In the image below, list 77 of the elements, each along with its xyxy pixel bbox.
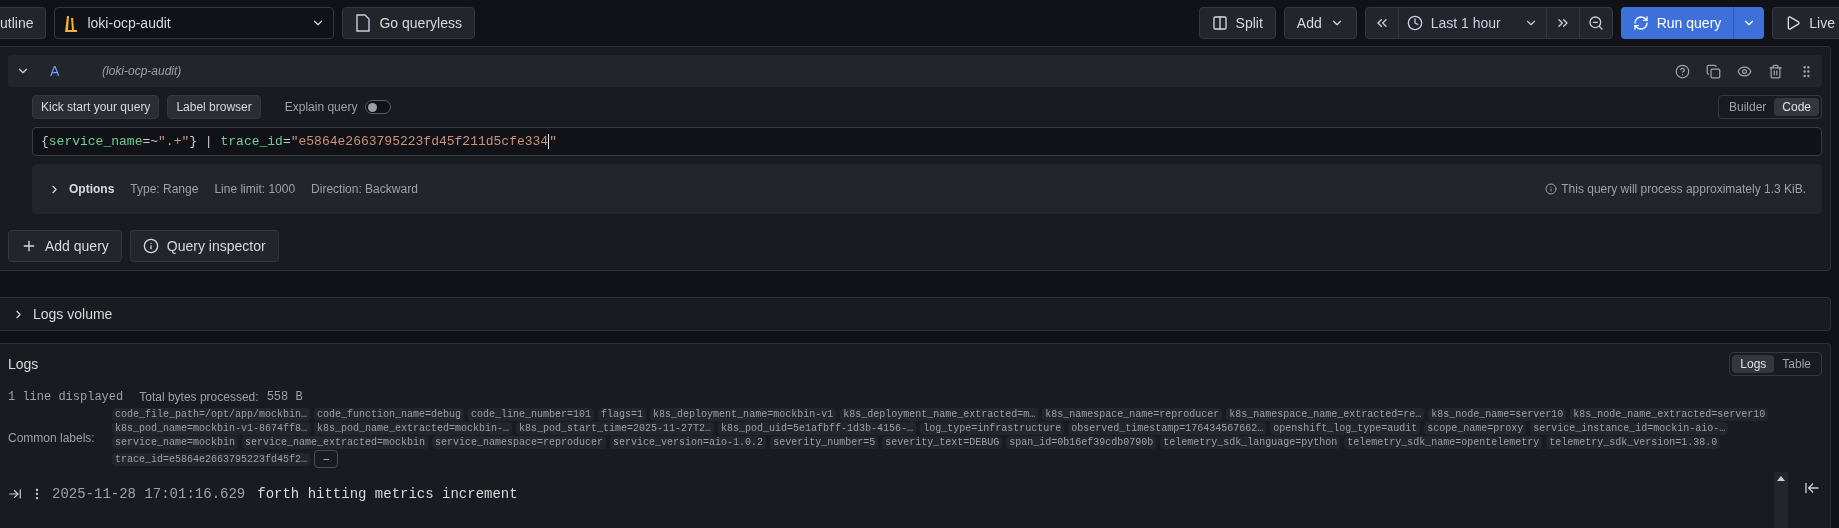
query-ref: A [49, 61, 61, 81]
option-summary: Direction: Backward [311, 181, 418, 198]
label-chip: flags=1 [598, 408, 647, 421]
label-chip: service_version=aio-1.0.2 [610, 436, 767, 449]
label-chip: telemetry_sdk_version=1.38.0 [1546, 436, 1721, 449]
copy-icon[interactable] [1706, 63, 1721, 79]
lines-count: 1 line displayed [8, 389, 124, 406]
label-chip: k8s_node_name=server10 [1428, 408, 1567, 421]
query-datasource: (loki-ocp-audit) [102, 63, 182, 80]
datasource-picker[interactable]: loki-ocp-audit [54, 7, 335, 39]
label-chip: k8s_pod_name_extracted=mockbin-… [314, 422, 513, 435]
options-toggle[interactable]: Options [48, 180, 115, 198]
log-message: forth hitting metrics increment [257, 484, 518, 504]
play-icon [1785, 15, 1802, 31]
outline-button[interactable]: utline [0, 7, 47, 39]
info-icon [142, 238, 159, 254]
label-chip: code_file_path=/opt/app/mockbin… [112, 408, 311, 421]
refresh-icon [1632, 15, 1649, 31]
explain-toggle[interactable] [365, 100, 392, 114]
help-icon[interactable] [1675, 63, 1690, 79]
live-button[interactable]: Live [1772, 7, 1839, 39]
label-chip: service_name=mockbin [112, 436, 239, 449]
common-labels-title: Common labels: [8, 430, 96, 447]
plus-icon [21, 238, 37, 254]
label-chip: scope_name=proxy [1424, 422, 1527, 435]
label-chip: k8s_namespace_name_extracted=re… [1226, 408, 1425, 421]
kick-start-button[interactable]: Kick start your query [32, 95, 160, 119]
label-chip: service_instance_id=mockin-aio-… [1530, 422, 1729, 435]
label-chip: log_type=infrastructure [920, 422, 1065, 435]
label-chip: severity_text=DEBUG [882, 436, 1003, 449]
label-chip: observed_timestamp=176434567662… [1068, 422, 1267, 435]
label-chip: span_id=0b16ef39cdb0790b [1006, 436, 1157, 449]
query-inspector-button[interactable]: Query inspector [129, 230, 279, 262]
bytes-value: 558 B [266, 389, 303, 406]
label-chip: code_function_name=debug [314, 408, 465, 421]
zoom-out-icon [1587, 15, 1604, 31]
go-queryless-button[interactable]: Go queryless [342, 7, 475, 39]
eye-icon[interactable] [1737, 63, 1752, 79]
add-query-button[interactable]: Add query [8, 230, 122, 262]
expand-row-icon[interactable] [8, 487, 22, 501]
label-chip: k8s_pod_uid=5e1afbff-1d3b-4156-… [718, 422, 917, 435]
query-editor[interactable]: {service_name=~".+"} | trace_id="e5864e2663795223fd45f211d5cfe334" [32, 127, 1822, 156]
label-chip: telemetry_sdk_language=python [1160, 436, 1341, 449]
label-chip: code_line_number=101 [468, 408, 595, 421]
label-browser-button[interactable]: Label browser [167, 95, 261, 119]
bytes-label: Total bytes processed: [139, 389, 259, 406]
trash-icon[interactable] [1768, 63, 1783, 79]
mode-tab[interactable]: Builder [1720, 98, 1775, 116]
label-chip: severity_number=5 [770, 436, 879, 449]
add-button[interactable]: Add [1283, 7, 1357, 39]
info-icon [1545, 183, 1558, 195]
option-summary: Line limit: 1000 [214, 181, 296, 198]
label-chip: k8s_deployment_name_extracted=m… [840, 408, 1039, 421]
clock-icon [1406, 15, 1423, 31]
mode-tab[interactable]: Code [1774, 98, 1819, 116]
log-timestamp: 2025-11-28 17:01:16.629 [52, 484, 246, 504]
label-chip: trace_id=e5864e2663795223fd45f2… [112, 452, 311, 466]
view-tab[interactable]: Logs [1732, 355, 1775, 373]
label-chip: k8s_namespace_name=reproducer [1042, 408, 1223, 421]
option-summary: Type: Range [130, 181, 199, 198]
explain-query-label: Explain query [284, 99, 358, 116]
label-chip: k8s_pod_name=mockbin-v1-8674ff8… [112, 422, 311, 435]
label-chip: k8s_pod_start_time=2025-11-27T2… [516, 422, 715, 435]
collapse-labels-button[interactable]: − [314, 450, 339, 468]
label-chip: openshift_log_type=audit [1270, 422, 1421, 435]
label-chip: k8s_deployment_name=mockbin-v1 [650, 408, 837, 421]
logs-title: Logs [8, 354, 39, 374]
view-tab[interactable]: Table [1774, 355, 1819, 373]
label-chip: telemetry_sdk_name=opentelemetry [1344, 436, 1543, 449]
label-chip: service_namespace=reproducer [432, 436, 607, 449]
logo-icon [63, 14, 80, 32]
label-chip: service_name_extracted=mockbin [242, 436, 429, 449]
logs-volume-header[interactable]: Logs volume [0, 297, 1831, 331]
estimate-text: This query will process approximately 1.3 KiB. [1561, 181, 1806, 198]
columns-icon [1211, 15, 1228, 31]
split-button[interactable]: Split [1198, 7, 1276, 39]
label-chip: k8s_node_name_extracted=server10 [1570, 408, 1769, 421]
